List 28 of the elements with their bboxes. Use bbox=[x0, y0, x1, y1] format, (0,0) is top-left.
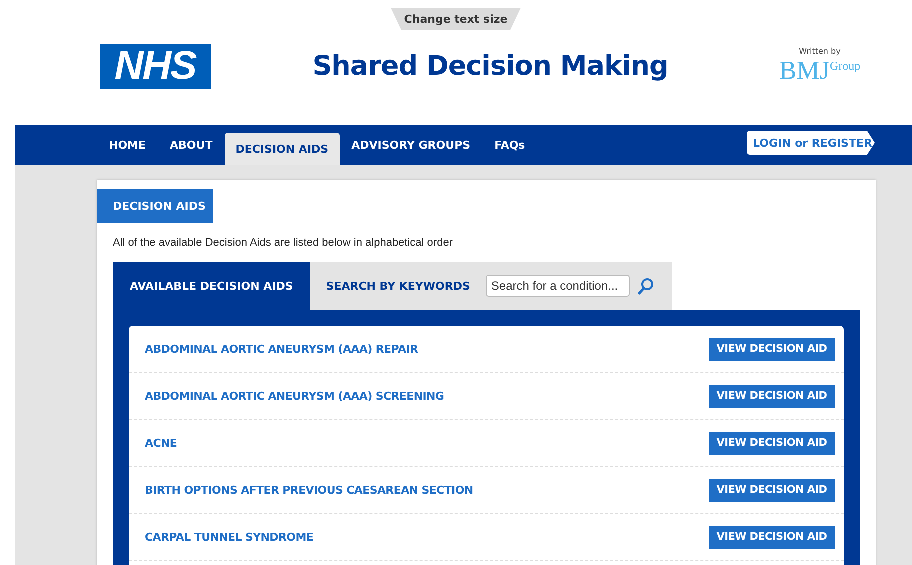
condition-link[interactable]: ABDOMINAL AORTIC ANEURYSM (AAA) REPAIR bbox=[145, 342, 418, 356]
nav-tab[interactable]: DECISION AIDS bbox=[224, 133, 340, 165]
search-icon[interactable] bbox=[638, 278, 654, 294]
intro-text: All of the available Decision Aids are listed below in alphabetical order bbox=[113, 237, 454, 249]
brand-suffix: Group bbox=[830, 58, 861, 74]
view-decision-aid-button[interactable]: VIEW DECISION AID bbox=[709, 432, 835, 454]
nav-tab[interactable]: HOME bbox=[97, 125, 158, 165]
list-tab[interactable]: SEARCH BY KEYWORDS bbox=[310, 262, 486, 310]
condition-link[interactable]: BIRTH OPTIONS AFTER PREVIOUS CAESAREAN SECTION bbox=[145, 484, 474, 496]
condition-link[interactable]: ACNE bbox=[145, 436, 178, 450]
brand-logo: BMJ bbox=[779, 56, 830, 86]
nav-tab[interactable]: ADVISORY GROUPS bbox=[340, 125, 483, 165]
section-heading: DECISION AIDS bbox=[97, 189, 213, 223]
login-button[interactable]: LOGIN or REGISTER bbox=[747, 131, 875, 155]
view-decision-aid-button[interactable]: VIEW DECISION AID bbox=[709, 526, 835, 548]
view-decision-aid-button[interactable]: VIEW DECISION AID bbox=[709, 338, 835, 360]
nhs-logo: NHS bbox=[100, 44, 211, 88]
condition-link[interactable]: ABDOMINAL AORTIC ANEURYSM (AAA) SCREENING bbox=[145, 390, 444, 402]
list-tab[interactable]: AVAILABLE DECISION AIDS bbox=[113, 262, 310, 310]
view-decision-aid-button[interactable]: VIEW DECISION AID bbox=[709, 384, 835, 408]
change-text-size-button[interactable]: Change text size bbox=[391, 8, 521, 30]
nav-tab[interactable]: ABOUT bbox=[158, 125, 225, 165]
written-by-text: Written by bbox=[799, 46, 841, 56]
nav-tab[interactable]: FAQs bbox=[482, 125, 538, 165]
site-title: Shared Decision Making bbox=[312, 50, 670, 82]
view-decision-aid-button[interactable]: VIEW DECISION AID bbox=[709, 478, 835, 502]
condition-link[interactable]: CARPAL TUNNEL SYNDROME bbox=[145, 530, 314, 544]
search-field[interactable]: Search for a condition... bbox=[486, 275, 630, 297]
